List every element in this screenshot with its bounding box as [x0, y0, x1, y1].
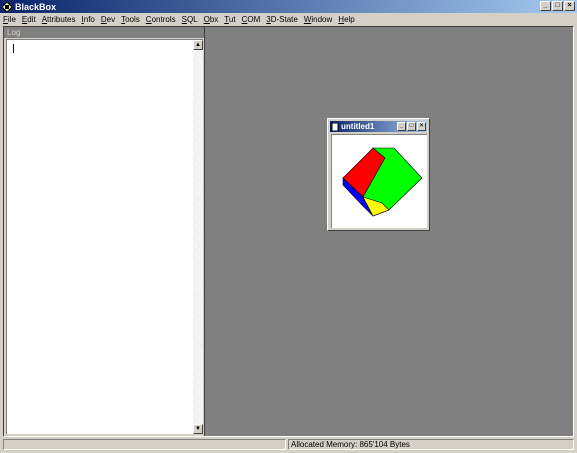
- menu-item-label: dit: [27, 14, 36, 24]
- menu-item-label: ools: [125, 14, 140, 24]
- untitled1-title: untitled1: [341, 122, 375, 131]
- blackbox-icon[interactable]: [2, 1, 12, 12]
- status-bar: Allocated Memory: 865'104 Bytes: [3, 439, 574, 450]
- status-cell-left: [3, 439, 286, 450]
- menu-bar: File Edit Attributes Info Dev Tools Controls SQ…: [0, 13, 577, 25]
- menu-item-6[interactable]: Controls: [146, 15, 176, 24]
- menu-item-label: QL: [186, 14, 198, 24]
- cube-canvas[interactable]: [331, 134, 427, 228]
- log-vertical-scrollbar[interactable]: ▲ ▼: [193, 40, 203, 434]
- mdi-workspace[interactable]: Log ▲ ▼ untitled1 _ □ ×: [3, 26, 574, 437]
- close-button[interactable]: ×: [564, 1, 575, 11]
- menu-item-7[interactable]: SQL: [182, 15, 198, 24]
- menu-item-2[interactable]: Attributes: [42, 15, 76, 24]
- allocated-memory-status: Allocated Memory: 865'104 Bytes: [288, 439, 574, 450]
- menu-item-10[interactable]: COM: [242, 15, 261, 24]
- menu-item-label: D-State: [270, 14, 298, 24]
- menu-item-label: bx: [209, 14, 219, 24]
- cube-drawing: [342, 147, 423, 217]
- child-minimize-button[interactable]: _: [397, 122, 406, 131]
- app-titlebar[interactable]: BlackBox _ □ ×: [0, 0, 577, 13]
- scroll-up-button[interactable]: ▲: [193, 40, 203, 50]
- menu-item-label: OM: [247, 14, 261, 24]
- minimize-button[interactable]: _: [540, 1, 551, 11]
- menu-item-label: ttributes: [47, 14, 76, 24]
- untitled1-window[interactable]: untitled1 _ □ ×: [327, 118, 430, 231]
- menu-item-label: ile: [7, 14, 16, 24]
- child-maximize-button[interactable]: □: [407, 122, 416, 131]
- menu-item-label: ut: [228, 14, 236, 24]
- menu-item-4[interactable]: Dev: [101, 15, 115, 24]
- menu-item-3[interactable]: Info: [82, 15, 95, 24]
- menu-item-11[interactable]: 3D-State: [266, 15, 298, 24]
- child-close-button[interactable]: ×: [417, 122, 426, 131]
- menu-item-label: elp: [344, 14, 355, 24]
- document-icon: [331, 122, 339, 131]
- menu-item-label: indow: [311, 14, 333, 24]
- menu-item-label: ontrols: [151, 14, 176, 24]
- menu-item-1[interactable]: Edit: [22, 15, 36, 24]
- menu-item-5[interactable]: Tools: [121, 15, 140, 24]
- menu-item-9[interactable]: Tut: [224, 15, 235, 24]
- menu-item-12[interactable]: Window: [304, 15, 332, 24]
- maximize-button[interactable]: □: [552, 1, 563, 11]
- untitled1-titlebar[interactable]: untitled1 _ □ ×: [330, 121, 427, 132]
- log-window-title[interactable]: Log: [4, 27, 204, 38]
- menu-item-label: nfo: [83, 14, 95, 24]
- menu-item-8[interactable]: Obx: [204, 15, 219, 24]
- log-text-area[interactable]: ▲ ▼: [6, 39, 203, 434]
- menu-item-0[interactable]: File: [3, 15, 16, 24]
- scroll-down-button[interactable]: ▼: [193, 424, 203, 434]
- app-title: BlackBox: [15, 1, 57, 12]
- log-window[interactable]: Log ▲ ▼: [4, 27, 205, 436]
- menu-item-label: ev: [106, 14, 116, 24]
- menu-item-13[interactable]: Help: [338, 15, 354, 24]
- text-caret: [13, 44, 14, 53]
